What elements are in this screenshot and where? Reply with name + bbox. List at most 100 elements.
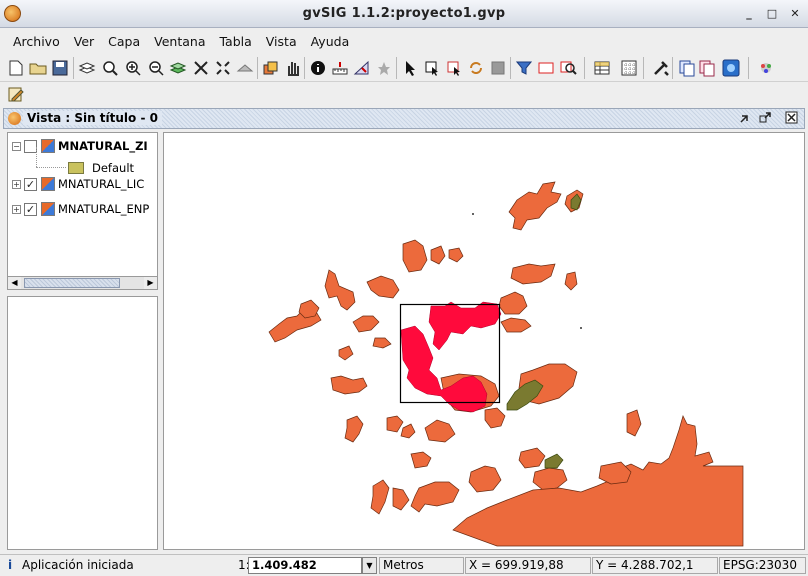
scale-input[interactable]: 1.409.482 <box>248 557 362 574</box>
x-coordinate: X = 699.919,88 <box>465 557 591 574</box>
map-polygon <box>366 275 400 299</box>
measure-area-icon[interactable] <box>352 58 372 78</box>
layer-visibility-checkbox[interactable]: ✓ <box>24 177 37 191</box>
scale-dropdown-icon[interactable]: ▼ <box>362 557 377 574</box>
layer-name: MNATURAL_ENP <box>58 202 150 216</box>
info-icon[interactable] <box>308 58 328 78</box>
natural-areas-layer <box>268 181 744 547</box>
zoom-out-icon[interactable] <box>146 58 166 78</box>
locator-map-panel[interactable] <box>7 296 158 550</box>
menu-bar: Archivo Ver Capa Ventana Tabla Vista Ayu… <box>0 28 808 54</box>
scroll-thumb[interactable] <box>24 278 120 288</box>
menu-vista[interactable]: Vista <box>259 34 304 49</box>
map-polygon <box>544 453 564 469</box>
map-polygon <box>468 465 502 493</box>
epsg-code: EPSG:23030 <box>719 557 806 574</box>
layer-name: MNATURAL_LIC <box>58 177 145 191</box>
add-point-icon[interactable] <box>374 58 394 78</box>
map-polygon <box>500 317 532 333</box>
scroll-left-icon[interactable]: ◀ <box>8 277 21 289</box>
new-document-icon[interactable] <box>6 58 26 78</box>
rectangle-select-icon[interactable] <box>536 58 556 78</box>
menu-ventana[interactable]: Ventana <box>147 34 212 49</box>
map-polygon <box>508 181 562 231</box>
map-polygon <box>386 415 404 433</box>
map-polygon <box>532 467 568 491</box>
tools-icon[interactable] <box>651 58 671 78</box>
expand-toggle[interactable]: + <box>12 179 21 189</box>
layers-config-icon[interactable] <box>77 58 97 78</box>
map-polygon <box>410 451 432 469</box>
locator-icon[interactable] <box>558 58 578 78</box>
map-polygon <box>370 479 390 515</box>
map-point <box>580 327 582 329</box>
units-field: Metros <box>379 557 464 574</box>
collapse-toggle[interactable]: − <box>12 141 21 151</box>
table-icon[interactable] <box>592 58 612 78</box>
filter-icon[interactable] <box>514 58 534 78</box>
clear-selection-icon[interactable] <box>488 58 508 78</box>
map-polygon <box>510 263 556 285</box>
save-icon[interactable] <box>50 58 70 78</box>
zoom-layer-icon[interactable] <box>168 58 188 78</box>
navigate-icon[interactable] <box>756 58 776 78</box>
maximize-button[interactable]: □ <box>765 7 779 21</box>
toc-horizontal-scrollbar[interactable]: ◀ ▶ <box>7 276 158 290</box>
menu-tabla[interactable]: Tabla <box>212 34 258 49</box>
select-rect-icon[interactable] <box>422 58 442 78</box>
map-layers <box>268 181 744 547</box>
measure-distance-icon[interactable] <box>330 58 350 78</box>
menu-ver[interactable]: Ver <box>67 34 101 49</box>
map-polygon <box>598 461 632 485</box>
layer-manager-icon[interactable] <box>261 58 281 78</box>
map-polygon <box>448 247 464 263</box>
map-polygon <box>410 481 460 513</box>
view-icon <box>8 112 21 125</box>
map-polygon <box>324 269 356 311</box>
zoom-in-icon[interactable] <box>123 58 143 78</box>
invert-selection-icon[interactable] <box>466 58 486 78</box>
toc-layer-row[interactable]: + ✓ MNATURAL_ENP <box>12 199 149 219</box>
map-canvas[interactable] <box>163 132 805 550</box>
menu-ayuda[interactable]: Ayuda <box>304 34 357 49</box>
view-minimize-icon[interactable] <box>738 111 753 126</box>
map-polygon <box>506 379 544 411</box>
grid-icon[interactable] <box>619 58 639 78</box>
map-polygon <box>372 337 392 349</box>
minimize-button[interactable]: _ <box>742 7 756 21</box>
menu-archivo[interactable]: Archivo <box>6 34 67 49</box>
map-polygon <box>428 301 502 351</box>
map-polygon <box>626 409 642 437</box>
view-close-icon[interactable] <box>784 111 799 126</box>
open-folder-icon[interactable] <box>28 58 48 78</box>
map-polygon <box>424 419 456 443</box>
close-button[interactable]: ✕ <box>788 7 802 21</box>
view-maximize-icon[interactable] <box>758 111 773 126</box>
info-status-icon: i <box>8 558 13 572</box>
map-polygon <box>564 271 578 291</box>
status-message: Aplicación iniciada <box>22 558 134 572</box>
scroll-right-icon[interactable]: ▶ <box>144 277 157 289</box>
title-bar: gvSIG 1.1.2:proyecto1.gvp _ □ ✕ <box>0 0 808 28</box>
zoom-previous-icon[interactable] <box>213 58 233 78</box>
edit-pencil-icon[interactable] <box>6 84 26 104</box>
expand-toggle[interactable]: + <box>12 204 21 214</box>
toc-layer-row[interactable]: + ✓ MNATURAL_LIC <box>12 174 144 194</box>
menu-capa[interactable]: Capa <box>101 34 147 49</box>
layer-visibility-checkbox[interactable]: ✓ <box>24 202 37 216</box>
select-polygon-icon[interactable] <box>444 58 464 78</box>
vector-layer-icon <box>41 202 55 216</box>
status-bar: i Aplicación iniciada 1: 1.409.482 ▼ Met… <box>0 554 808 576</box>
pan-extent-icon[interactable] <box>191 58 211 78</box>
copy-layer-icon[interactable] <box>677 58 697 78</box>
y-coordinate: Y = 4.288.702,1 <box>592 557 718 574</box>
view-window-header: Vista : Sin título - 0 <box>3 108 805 129</box>
toc-layer-row[interactable]: − MNATURAL_ZI <box>12 136 148 156</box>
zoom-full-icon[interactable] <box>100 58 120 78</box>
legend-swatch <box>68 162 84 174</box>
paste-layer-icon[interactable] <box>697 58 717 78</box>
hand-pan-icon[interactable] <box>283 58 303 78</box>
zoom-window-icon[interactable] <box>235 58 255 78</box>
geo-process-icon[interactable] <box>721 58 741 78</box>
select-arrow-icon[interactable] <box>400 58 420 78</box>
